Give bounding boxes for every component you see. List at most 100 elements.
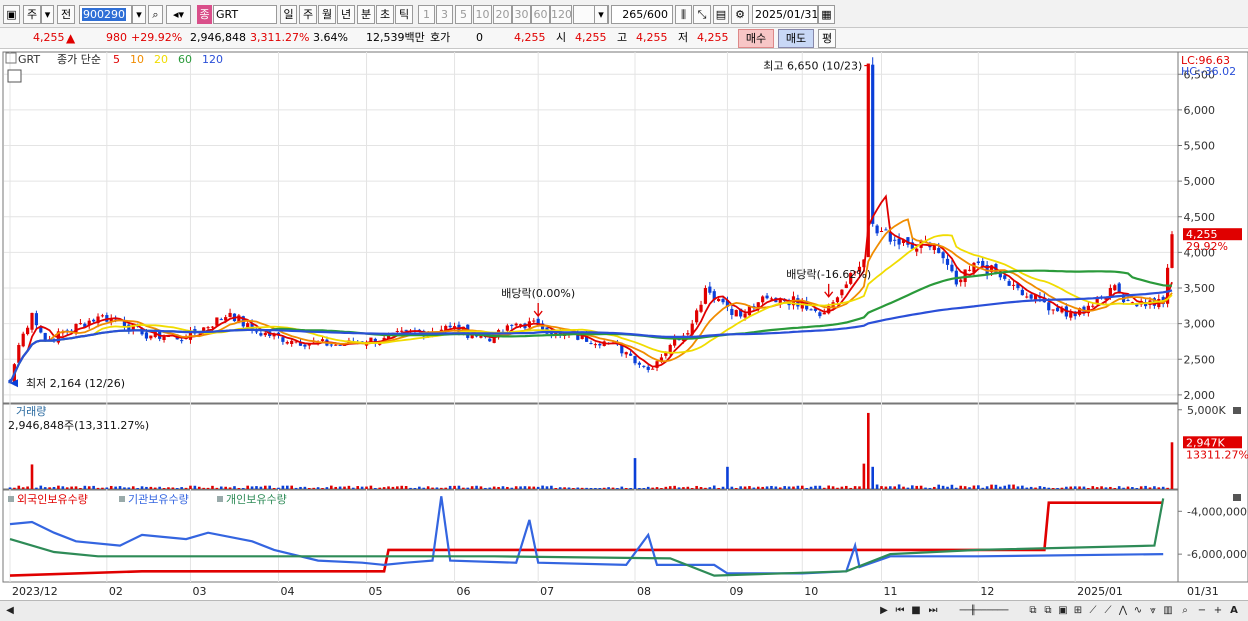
period-tick[interactable]: 틱: [395, 5, 413, 24]
interval-30[interactable]: 30: [512, 5, 531, 24]
candle-body: [633, 356, 637, 364]
period-second[interactable]: 초: [376, 5, 394, 24]
volume-bar: [607, 487, 610, 489]
magnifier-icon[interactable]: ⌕: [1178, 604, 1192, 618]
volume-bar: [396, 486, 399, 489]
code-input[interactable]: 900290: [79, 5, 132, 24]
scroll-left-icon[interactable]: ◀: [4, 604, 16, 618]
zoom-slider[interactable]: ──╫──────: [948, 604, 1020, 618]
eval-button[interactable]: 평: [818, 29, 836, 48]
interval-1[interactable]: 1: [418, 5, 435, 24]
interval-10[interactable]: 10: [473, 5, 492, 24]
volume-bar: [717, 488, 720, 489]
market-select[interactable]: 주: [23, 5, 41, 24]
last-page-icon[interactable]: ⏭: [926, 604, 940, 618]
interval-120[interactable]: 120: [550, 5, 572, 24]
candle-body: [1020, 289, 1024, 296]
code-dropdown-icon[interactable]: ▾: [132, 5, 146, 24]
interval-60[interactable]: 60: [531, 5, 550, 24]
close-panel-icon[interactable]: [1233, 494, 1241, 501]
speaker-icon[interactable]: ◂▾: [166, 5, 191, 24]
candle-body: [21, 333, 25, 347]
volume-bar: [743, 486, 747, 489]
stock-name-field: GRT: [213, 5, 277, 24]
volume-bar: [915, 485, 919, 489]
calculator-icon[interactable]: [7, 69, 22, 83]
period-month[interactable]: 월: [318, 5, 336, 24]
prev-button[interactable]: 전: [57, 5, 75, 24]
stock-chart[interactable]: 6,5006,0005,5005,0004,5004,0003,5003,000…: [0, 50, 1248, 600]
close-panel-icon[interactable]: [1233, 407, 1241, 414]
volume-bar: [382, 487, 386, 489]
volume-bar: [492, 486, 496, 489]
candle-body: [637, 362, 642, 365]
grid-icon[interactable]: ⊞: [1071, 604, 1085, 618]
volume-bar: [1016, 486, 1020, 489]
print-icon[interactable]: ▥: [1161, 604, 1175, 618]
volume-bar: [233, 486, 236, 489]
zoom-in-icon[interactable]: +: [1212, 604, 1224, 618]
search-icon[interactable]: ⌕: [148, 5, 163, 24]
volume-bar: [580, 487, 584, 489]
candle-body: [180, 340, 184, 342]
period-minute[interactable]: 분: [357, 5, 375, 24]
volume-bar: [783, 486, 786, 489]
date-input[interactable]: 2025/01/31: [752, 5, 818, 24]
x-tick-label: 2025/01: [1077, 585, 1123, 598]
wave-icon[interactable]: ∿: [1131, 604, 1145, 618]
volume-bar: [268, 485, 271, 489]
interval-20[interactable]: 20: [493, 5, 512, 24]
last-volume-pct: 13311.27%: [1186, 448, 1248, 461]
first-page-icon[interactable]: ⏮: [893, 604, 907, 618]
draw-tool-icon[interactable]: ⤡: [693, 5, 711, 24]
volume-bar: [369, 485, 373, 489]
candle-body: [1007, 281, 1011, 286]
volume-bar: [158, 486, 161, 489]
fibonacci-icon[interactable]: ⩔: [1146, 604, 1160, 618]
count-field[interactable]: 265/600: [611, 5, 673, 24]
volume-bar: [800, 485, 804, 489]
interval-3[interactable]: 3: [436, 5, 453, 24]
period-week[interactable]: 주: [299, 5, 317, 24]
candle-body: [400, 330, 404, 332]
volume-bar: [875, 484, 879, 489]
ray-line-icon[interactable]: ⟋: [1101, 604, 1115, 618]
volume-bar: [541, 485, 544, 489]
volume-bar: [981, 487, 985, 489]
period-year[interactable]: 년: [337, 5, 355, 24]
volume-bar: [1051, 488, 1055, 489]
low-label: 저: [678, 31, 689, 44]
volume-bar: [770, 485, 773, 489]
candle-body: [219, 319, 223, 321]
calendar-icon[interactable]: ▦: [818, 5, 835, 24]
zoom-out-icon[interactable]: −: [1196, 604, 1208, 618]
buy-button[interactable]: 매수: [738, 29, 774, 48]
candle-body: [932, 245, 936, 251]
zigzag-icon[interactable]: ⋀: [1116, 604, 1130, 618]
interval-dropdown-icon[interactable]: ▾: [594, 5, 608, 24]
candle-body: [1170, 234, 1174, 268]
compare-icon[interactable]: ⧉: [1041, 604, 1055, 618]
volume-bar: [52, 486, 56, 489]
stop-icon[interactable]: ■: [910, 604, 922, 618]
save-icon[interactable]: ▤: [713, 5, 729, 24]
high-value: 4,255: [636, 31, 668, 44]
volume-bar: [1012, 484, 1015, 489]
scroll-right-icon[interactable]: ▶: [878, 604, 890, 618]
gear-icon[interactable]: ⚙: [731, 5, 749, 24]
volume-bar: [536, 486, 540, 489]
interval-5[interactable]: 5: [455, 5, 472, 24]
font-size-icon[interactable]: A: [1228, 604, 1240, 618]
trend-line-icon[interactable]: ⟋: [1086, 604, 1100, 618]
volume-bar: [585, 487, 588, 489]
copy-icon[interactable]: ⧉: [1026, 604, 1040, 618]
capture-icon[interactable]: ▣: [1056, 604, 1070, 618]
candle-body: [210, 326, 215, 328]
volume-bar: [466, 487, 470, 489]
layout-icon[interactable]: ▣: [3, 5, 20, 24]
candle-type-icon[interactable]: ⫼: [675, 5, 692, 24]
sell-button[interactable]: 매도: [778, 29, 814, 48]
market-dropdown-icon[interactable]: ▾: [41, 5, 54, 24]
period-day[interactable]: 일: [280, 5, 297, 24]
open-label: 시: [556, 31, 567, 44]
